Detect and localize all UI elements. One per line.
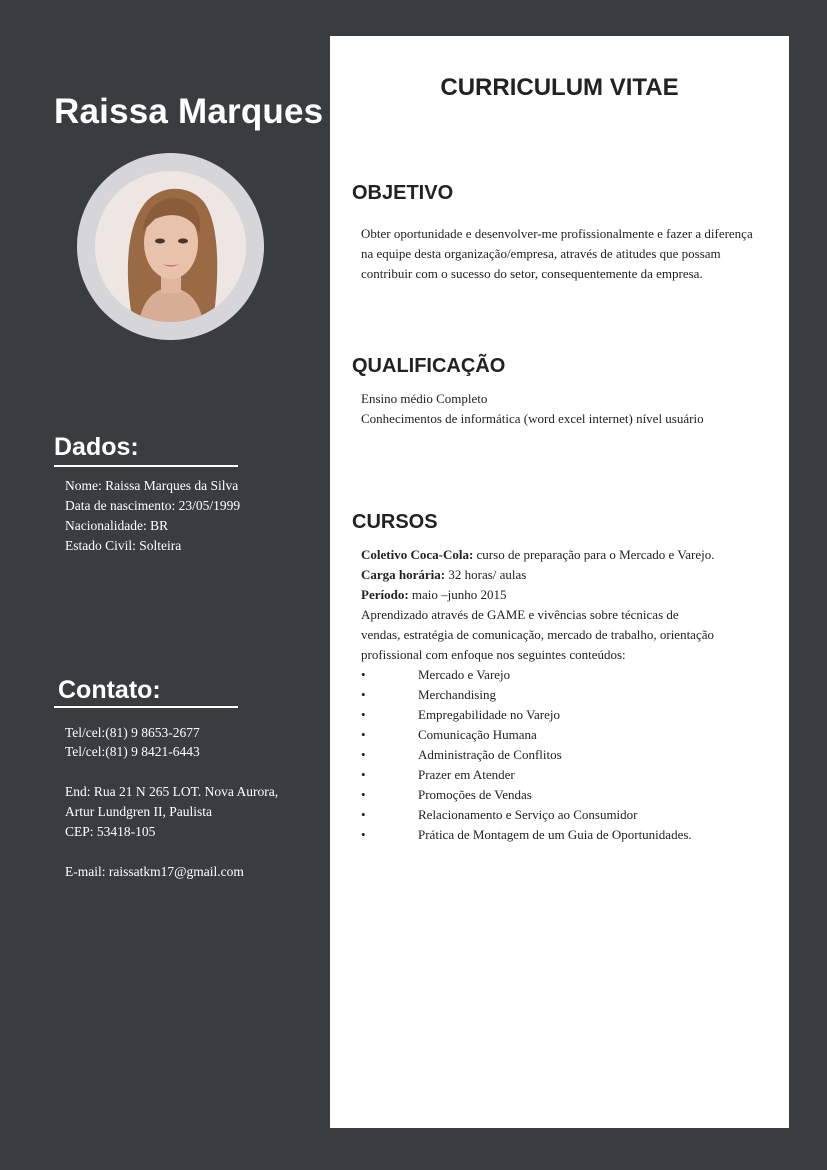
objetivo-line: na equipe desta organização/empresa, atr… (361, 246, 721, 261)
list-item: • Relacionamento e Serviço ao Consumidor (361, 805, 692, 825)
bullet-icon: • (361, 807, 366, 822)
list-item: • Mercado e Varejo (361, 665, 692, 685)
topic-label: Relacionamento e Serviço ao Consumidor (418, 807, 638, 822)
profile-photo (95, 171, 246, 322)
personal-data-name: Nome: Raissa Marques da Silva (65, 478, 239, 493)
bullet-icon: • (361, 727, 366, 742)
bullet-icon: • (361, 827, 366, 842)
objetivo-text: Obter oportunidade e desenvolver-me prof… (361, 224, 781, 284)
course-description-line: profissional com enfoque nos seguintes c… (361, 647, 626, 662)
personal-data-nationality: Nacionalidade: BR (65, 518, 169, 533)
bullet-icon: • (361, 767, 366, 782)
contato-divider (54, 706, 238, 708)
bullet-icon: • (361, 747, 366, 762)
cursos-text: Coletivo Coca-Cola: curso de preparação … (361, 545, 781, 665)
course-name: Coletivo Coca-Cola: curso de preparação … (361, 545, 781, 565)
address-line-1: End: Rua 21 N 265 LOT. Nova Aurora, (65, 784, 279, 799)
list-item: • Comunicação Humana (361, 725, 692, 745)
list-item: • Prazer em Atender (361, 765, 692, 785)
contato-heading: Contato: (58, 676, 161, 704)
dados-divider (54, 465, 238, 467)
personal-data-list: Nome: Raissa Marques da Silva Data de na… (65, 476, 240, 556)
personal-data-birthdate: Data de nascimento: 23/05/1999 (65, 498, 241, 513)
topic-label: Mercado e Varejo (418, 667, 511, 682)
contact-phone-2: Tel/cel:(81) 9 8421-6443 (65, 744, 200, 759)
course-name-label: Coletivo Coca-Cola: (361, 547, 474, 562)
person-name: Raissa Marques (54, 92, 324, 131)
profile-photo-illustration (95, 171, 246, 322)
course-period-label: Período: (361, 587, 409, 602)
objetivo-line: contribuir com o sucesso do setor, conse… (361, 266, 703, 281)
objetivo-heading: OBJETIVO (352, 182, 454, 204)
email-list: E-mail: raissatkm17@gmail.com (65, 862, 244, 882)
cursos-heading: CURSOS (352, 511, 438, 533)
qualificacao-line: Conhecimentos de informática (word excel… (361, 411, 704, 426)
address-list: End: Rua 21 N 265 LOT. Nova Aurora, Artu… (65, 782, 278, 842)
course-period-value: maio –junho 2015 (408, 587, 507, 602)
objetivo-line: Obter oportunidade e desenvolver-me prof… (361, 226, 753, 241)
list-item: • Administração de Conflitos (361, 745, 692, 765)
course-topics-list: • Mercado e Varejo • Merchandising • Empreg… (361, 665, 692, 845)
course-description-line: Aprendizado através de GAME e vivências … (361, 607, 679, 622)
list-item: • Merchandising (361, 685, 692, 705)
qualificacao-text: Ensino médio Completo Conhecimentos de i… (361, 389, 781, 429)
dados-heading: Dados: (54, 433, 139, 461)
contact-phone-1: Tel/cel:(81) 9 8653-2677 (65, 725, 200, 740)
topic-label: Prazer em Atender (418, 767, 515, 782)
bullet-icon: • (361, 667, 366, 682)
course-description-line: vendas, estratégia de comunicação, merca… (361, 627, 714, 642)
list-item: • Promoções de Vendas (361, 785, 692, 805)
topic-label: Promoções de Vendas (418, 787, 532, 802)
topic-label: Prática de Montagem de um Guia de Oportu… (418, 827, 692, 842)
contact-email: E-mail: raissatkm17@gmail.com (65, 864, 244, 879)
topic-label: Administração de Conflitos (418, 747, 562, 762)
course-name-value: curso de preparação para o Mercado e Var… (473, 547, 715, 562)
sidebar: Raissa Marques Dados: Nome: Raissa Marqu… (0, 0, 330, 1170)
course-hours-label: Carga horária: (361, 567, 446, 582)
qualificacao-heading: QUALIFICAÇÃO (352, 355, 506, 377)
qualificacao-line: Ensino médio Completo (361, 391, 488, 406)
list-item: • Empregabilidade no Varejo (361, 705, 692, 725)
course-hours: Carga horária: 32 horas/ aulas (361, 565, 781, 585)
main-panel: CURRICULUM VITAE OBJETIVO Obter oportuni… (330, 36, 789, 1128)
topic-label: Merchandising (418, 687, 496, 702)
topic-label: Empregabilidade no Varejo (418, 707, 560, 722)
topic-label: Comunicação Humana (418, 727, 537, 742)
bullet-icon: • (361, 687, 366, 702)
address-cep: CEP: 53418-105 (65, 824, 156, 839)
list-item: • Prática de Montagem de um Guia de Oport… (361, 825, 692, 845)
course-hours-value: 32 horas/ aulas (445, 567, 527, 582)
cv-title: CURRICULUM VITAE (440, 74, 679, 101)
course-period: Período: maio –junho 2015 (361, 585, 781, 605)
address-line-2: Artur Lundgren II, Paulista (65, 804, 212, 819)
contact-list: Tel/cel:(81) 9 8653-2677 Tel/cel:(81) 9 … (65, 723, 200, 760)
bullet-icon: • (361, 707, 366, 722)
personal-data-marital-status: Estado Civil: Solteira (65, 538, 182, 553)
bullet-icon: • (361, 787, 366, 802)
